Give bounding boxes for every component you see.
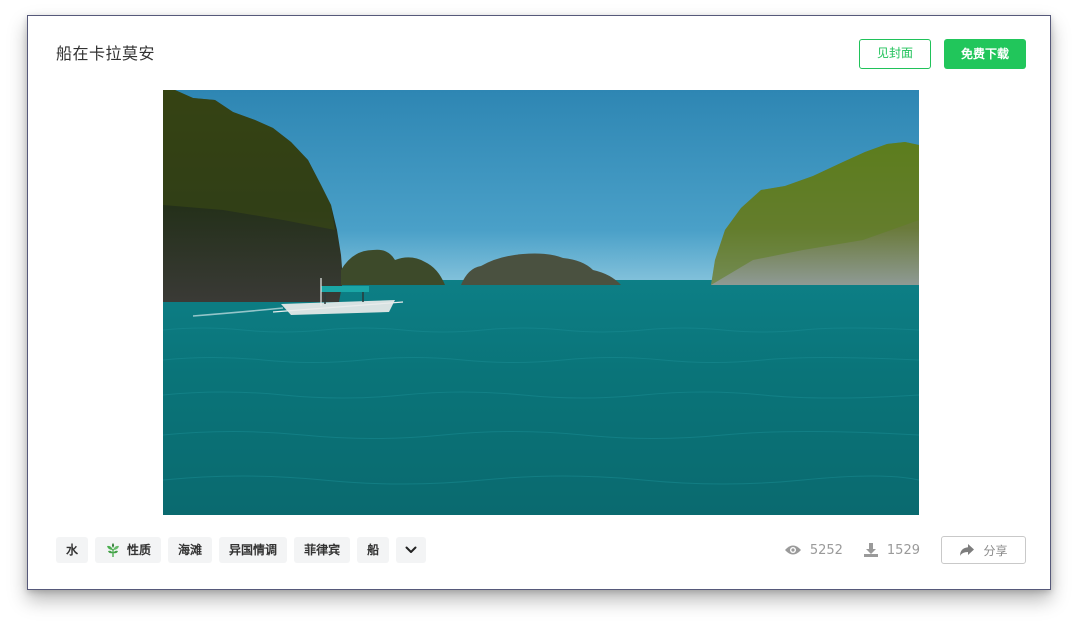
tag-label: 船 — [367, 543, 380, 557]
hero-scene — [163, 90, 919, 515]
downloads-count: 1529 — [886, 542, 920, 558]
tag-label: 性质 — [127, 543, 152, 557]
views-stat: 5252 — [784, 543, 843, 558]
video-card: 船在卡拉莫安 见封面 免费下载 水 性质 海滩 异国情调 菲律宾 船 5252 … — [27, 15, 1051, 590]
page-stage: 船在卡拉莫安 见封面 免费下载 水 性质 海滩 异国情调 菲律宾 船 5252 … — [0, 0, 1080, 631]
share-arrow-icon — [960, 543, 975, 556]
tag-nature[interactable]: 性质 — [95, 537, 162, 563]
share-button[interactable]: 分享 — [941, 536, 1026, 564]
free-download-button[interactable]: 免费下载 — [944, 39, 1026, 69]
view-cover-button[interactable]: 见封面 — [859, 39, 931, 69]
page-title: 船在卡拉莫安 — [56, 44, 156, 63]
eye-icon — [784, 545, 801, 555]
tag-beach[interactable]: 海滩 — [168, 537, 213, 563]
more-tags-button[interactable] — [396, 537, 427, 563]
tag-label: 海滩 — [178, 543, 203, 557]
tag-exotic[interactable]: 异国情调 — [219, 537, 288, 563]
tag-label: 水 — [66, 543, 79, 557]
download-icon — [863, 543, 878, 557]
views-count: 5252 — [809, 542, 843, 558]
chevron-down-icon — [405, 546, 417, 553]
leaf-icon — [105, 542, 121, 558]
tag-water[interactable]: 水 — [56, 537, 89, 563]
hero-image[interactable] — [163, 90, 919, 515]
tag-philippines[interactable]: 菲律宾 — [294, 537, 351, 563]
downloads-stat: 1529 — [863, 542, 920, 558]
tag-label: 异国情调 — [229, 543, 278, 557]
tag-label: 菲律宾 — [304, 543, 341, 557]
stats-bar: 5252 1529 — [784, 542, 920, 558]
share-label: 分享 — [983, 543, 1008, 558]
tag-boat[interactable]: 船 — [357, 537, 390, 563]
tag-list: 水 性质 海滩 异国情调 菲律宾 船 — [56, 537, 427, 563]
